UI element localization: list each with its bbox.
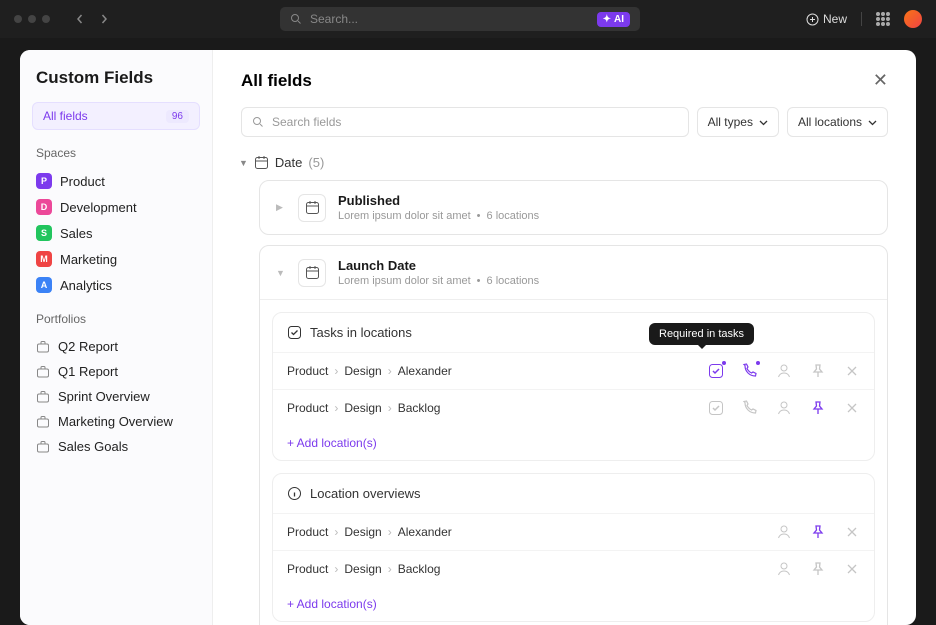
x-icon[interactable]: [844, 524, 860, 540]
field-name: Launch Date: [338, 258, 871, 273]
briefcase-icon: [36, 340, 50, 354]
pin-icon[interactable]: [810, 561, 826, 577]
location-row: Product›Design›Alexander: [273, 514, 874, 551]
calendar-icon: [305, 265, 320, 280]
apps-icon[interactable]: [876, 12, 890, 26]
close-button[interactable]: ✕: [873, 70, 888, 91]
breadcrumb[interactable]: Product›Design›Backlog: [287, 562, 440, 576]
portfolio-label: Q2 Report: [58, 339, 118, 354]
locations-dropdown[interactable]: All locations: [787, 107, 888, 137]
sidebar-space-analytics[interactable]: A Analytics: [32, 272, 200, 298]
add-location-button[interactable]: + Add location(s): [273, 587, 874, 621]
space-label: Product: [60, 174, 105, 189]
tooltip: Required in tasks: [649, 323, 754, 345]
portfolio-label: Marketing Overview: [58, 414, 173, 429]
space-label: Sales: [60, 226, 93, 241]
info-icon: [287, 486, 302, 501]
space-label: Marketing: [60, 252, 117, 267]
nav-back[interactable]: [70, 9, 90, 29]
location-row: Product›Design›Backlog: [273, 551, 874, 587]
field-published[interactable]: ▶ Published Lorem ipsum dolor sit amet•6…: [259, 180, 888, 235]
task-icon: [287, 325, 302, 340]
panel-title: Tasks in locations: [310, 325, 412, 340]
space-icon: D: [36, 199, 52, 215]
overviews-panel: Location overviews Product›Design›Alexan…: [272, 473, 875, 622]
user-icon[interactable]: [776, 561, 792, 577]
field-launch-date[interactable]: ▼ Launch Date Lorem ipsum dolor sit amet…: [259, 245, 888, 625]
types-dropdown[interactable]: All types: [697, 107, 779, 137]
check-icon[interactable]: [708, 363, 724, 379]
user-icon[interactable]: [776, 363, 792, 379]
x-icon[interactable]: [844, 363, 860, 379]
portfolio-label: Sprint Overview: [58, 389, 150, 404]
plus-circle-icon: [806, 13, 819, 26]
global-search[interactable]: Search... ✦ AI: [280, 7, 640, 31]
portfolio-label: Sales Goals: [58, 439, 128, 454]
search-icon: [290, 13, 302, 25]
space-icon: S: [36, 225, 52, 241]
user-icon[interactable]: [776, 524, 792, 540]
breadcrumb[interactable]: Product›Design›Alexander: [287, 364, 452, 378]
x-icon[interactable]: [844, 400, 860, 416]
sidebar-portfolio[interactable]: Q1 Report: [32, 359, 200, 384]
pin-icon[interactable]: [810, 400, 826, 416]
space-label: Development: [60, 200, 137, 215]
ai-badge[interactable]: ✦ AI: [597, 12, 630, 27]
portfolio-label: Q1 Report: [58, 364, 118, 379]
portfolios-header: Portfolios: [36, 312, 196, 326]
breadcrumb[interactable]: Product›Design›Backlog: [287, 401, 440, 415]
tasks-panel: Tasks in locations Product›Design›Alexan…: [272, 312, 875, 461]
briefcase-icon: [36, 415, 50, 429]
page-title: All fields: [241, 71, 312, 91]
panel-title: Location overviews: [310, 486, 421, 501]
sidebar-portfolio[interactable]: Q2 Report: [32, 334, 200, 359]
briefcase-icon: [36, 365, 50, 379]
avatar[interactable]: [904, 10, 922, 28]
sidebar-space-development[interactable]: D Development: [32, 194, 200, 220]
briefcase-icon: [36, 440, 50, 454]
sidebar-portfolio[interactable]: Marketing Overview: [32, 409, 200, 434]
spaces-header: Spaces: [36, 146, 196, 160]
x-icon[interactable]: [844, 561, 860, 577]
sidebar-all-fields[interactable]: All fields 96: [32, 102, 200, 130]
chevron-down-icon: [759, 118, 768, 127]
search-icon: [252, 116, 264, 128]
sidebar-portfolio[interactable]: Sprint Overview: [32, 384, 200, 409]
nav-fwd[interactable]: [94, 9, 114, 29]
calendar-icon: [305, 200, 320, 215]
sidebar-portfolio[interactable]: Sales Goals: [32, 434, 200, 459]
window-dots: [14, 15, 50, 23]
field-name: Published: [338, 193, 871, 208]
search-fields-input[interactable]: Search fields: [241, 107, 689, 137]
sidebar-space-product[interactable]: P Product: [32, 168, 200, 194]
fields-count: 96: [166, 110, 189, 123]
breadcrumb[interactable]: Product›Design›Alexander: [287, 525, 452, 539]
sidebar-space-sales[interactable]: S Sales: [32, 220, 200, 246]
phone-icon[interactable]: [742, 400, 758, 416]
phone-icon[interactable]: [742, 363, 758, 379]
briefcase-icon: [36, 390, 50, 404]
sidebar-space-marketing[interactable]: M Marketing: [32, 246, 200, 272]
user-icon[interactable]: [776, 400, 792, 416]
chevron-down-icon: [868, 118, 877, 127]
search-placeholder: Search...: [310, 12, 358, 26]
add-location-button[interactable]: + Add location(s): [273, 426, 874, 460]
calendar-icon: [254, 155, 269, 170]
check-icon[interactable]: [708, 400, 724, 416]
group-date[interactable]: ▼ Date (5): [239, 155, 888, 170]
location-row: Product›Design›Backlog: [273, 390, 874, 426]
pin-icon[interactable]: [810, 363, 826, 379]
pin-icon[interactable]: [810, 524, 826, 540]
space-icon: M: [36, 251, 52, 267]
location-row: Product›Design›AlexanderRequired in task…: [273, 353, 874, 390]
sidebar-title: Custom Fields: [32, 68, 200, 88]
new-button[interactable]: New: [806, 12, 847, 26]
space-label: Analytics: [60, 278, 112, 293]
space-icon: A: [36, 277, 52, 293]
space-icon: P: [36, 173, 52, 189]
